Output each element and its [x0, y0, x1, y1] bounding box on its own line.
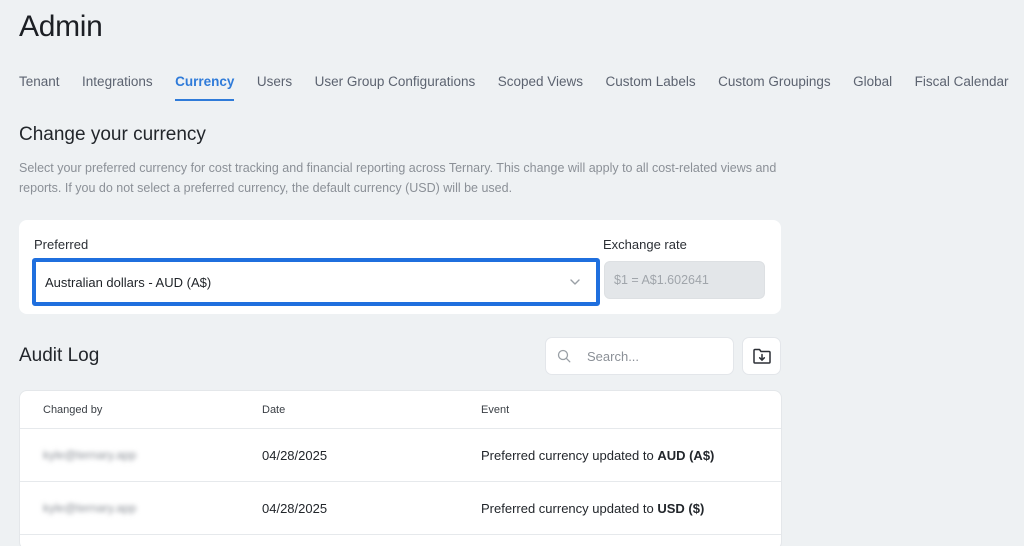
tab-tenant[interactable]: Tenant	[19, 74, 60, 101]
exchange-rate-field: $1 = A$1.602641	[604, 261, 765, 299]
search-icon	[557, 349, 571, 363]
column-header-changed-by[interactable]: Changed by	[43, 404, 102, 416]
event-cell: Preferred currency updated to USD ($)	[481, 501, 704, 516]
tab-custom-groupings[interactable]: Custom Groupings	[718, 74, 831, 101]
preferred-label: Preferred	[34, 237, 89, 252]
event-value: AUD (A$)	[657, 448, 715, 463]
exchange-rate-label: Exchange rate	[603, 237, 687, 252]
event-value: USD ($)	[657, 501, 705, 516]
tab-custom-labels[interactable]: Custom Labels	[606, 74, 696, 101]
tab-global[interactable]: Global	[853, 74, 892, 101]
date-cell: 04/28/2025	[262, 501, 328, 516]
page-title: Admin	[19, 10, 103, 43]
audit-log-title: Audit Log	[19, 345, 100, 366]
event-text: Preferred currency updated to	[481, 501, 658, 516]
currency-description: Select your preferred currency for cost …	[19, 161, 777, 195]
event-text: Preferred currency updated to	[481, 448, 658, 463]
column-header-event[interactable]: Event	[481, 404, 509, 416]
table-header: Changed by Date Event	[20, 391, 781, 429]
chevron-down-icon	[570, 279, 580, 285]
tab-user-group-configurations[interactable]: User Group Configurations	[315, 74, 476, 101]
table-row: kyle@ternary.app 04/28/2025 Preferred cu…	[20, 429, 781, 482]
currency-card: Preferred Exchange rate Australian dolla…	[19, 220, 781, 314]
currency-section-title: Change your currency	[19, 124, 206, 145]
export-button[interactable]	[742, 337, 781, 375]
date-cell: 04/28/2025	[262, 448, 328, 463]
search-input[interactable]	[587, 348, 717, 364]
tab-fiscal-calendar[interactable]: Fiscal Calendar	[915, 74, 1009, 101]
currency-select[interactable]: Australian dollars - AUD (A$)	[32, 258, 600, 306]
tab-scoped-views[interactable]: Scoped Views	[498, 74, 583, 101]
audit-search-box[interactable]	[545, 337, 734, 375]
currency-select-value: Australian dollars - AUD (A$)	[45, 274, 212, 290]
tab-users[interactable]: Users	[257, 74, 292, 101]
folder-download-icon	[752, 348, 771, 364]
event-cell: Preferred currency updated to AUD (A$)	[481, 448, 714, 463]
tab-currency[interactable]: Currency	[175, 74, 235, 101]
column-header-date[interactable]: Date	[262, 404, 285, 416]
changed-by-cell: kyle@ternary.app	[43, 448, 137, 462]
audit-log-table: Changed by Date Event kyle@ternary.app 0…	[19, 390, 782, 546]
admin-tabs: Tenant Integrations Currency Users User …	[19, 74, 1008, 101]
changed-by-cell: kyle@ternary.app	[43, 501, 137, 515]
tab-integrations[interactable]: Integrations	[82, 74, 153, 101]
table-row: kyle@ternary.app 04/28/2025 Preferred cu…	[20, 482, 781, 535]
